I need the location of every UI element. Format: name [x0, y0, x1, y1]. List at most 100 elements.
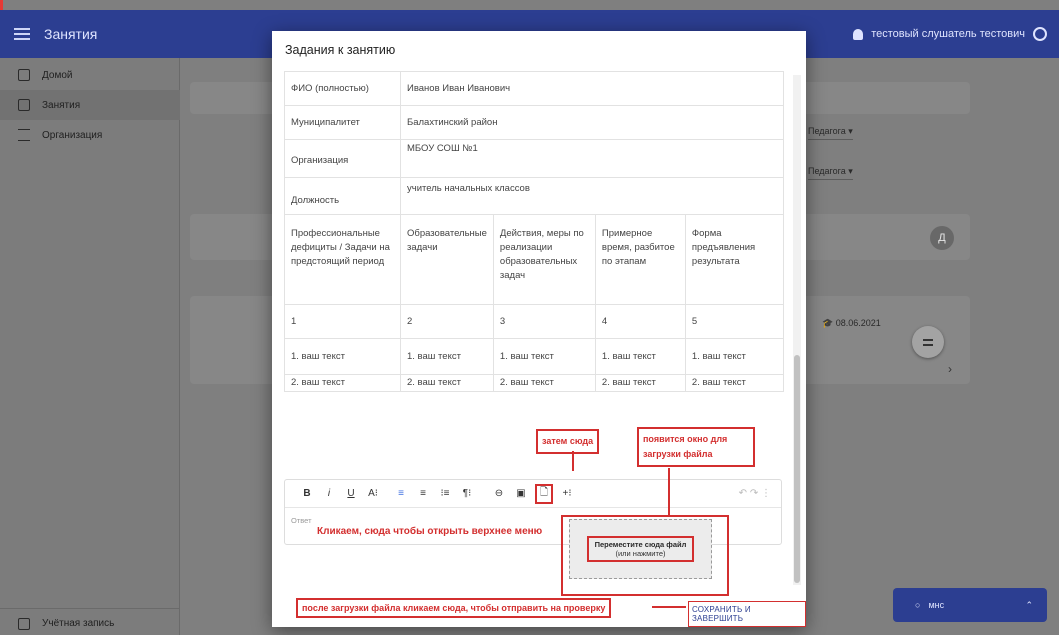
image-icon[interactable]: ▣	[513, 486, 529, 502]
menu-icon[interactable]	[14, 28, 30, 40]
chat-label: мнс	[928, 600, 945, 610]
table-cell: 4	[594, 304, 686, 339]
sidebar-item-label: Организация	[42, 129, 103, 141]
paragraph-button[interactable]: ¶⁝	[459, 486, 475, 502]
sidebar: Домой Занятия Организация Учётная запись	[0, 58, 180, 635]
table-cell[interactable]: 1. ваш текст	[284, 338, 401, 375]
table-cell[interactable]: 2. ваш текст	[284, 374, 401, 392]
insert-more-button[interactable]: +⁝	[559, 486, 575, 502]
file-dropzone[interactable]: Переместите сюда файл (или нажмите)	[569, 519, 712, 579]
graduation-cap-icon: 🎓	[822, 318, 834, 328]
task-form-table: ФИО (полностью) Иванов Иван Иванович Мун…	[284, 71, 785, 392]
user-name[interactable]: тестовый слушатель тестович	[871, 28, 1025, 40]
dropzone-label: Переместите сюда файл (или нажмите)	[586, 536, 695, 562]
table-row: 1 2 3 4 5	[284, 304, 785, 339]
table-row: 2. ваш текст 2. ваш текст 2. ваш текст 2…	[284, 374, 785, 392]
undo-redo-more-icons[interactable]: ↶ ↷ ⋮	[739, 488, 771, 499]
sidebar-item-home[interactable]: Домой	[0, 60, 180, 90]
bg-select-1[interactable]: Педагога ▾	[808, 126, 853, 140]
dropzone-subtitle: (или нажмите)	[615, 549, 666, 558]
cell-label: Должность	[284, 177, 401, 215]
table-cell[interactable]: 1. ваш текст	[594, 338, 686, 375]
column-header: Профессиональные дефициты / Задачи на пр…	[284, 214, 401, 305]
chat-widget[interactable]: ○ мнс ⌃	[893, 588, 1047, 622]
font-size-button[interactable]: A⁝	[365, 486, 381, 502]
align-center-button[interactable]: ≡	[415, 486, 431, 502]
dialog-scrollbar-thumb[interactable]	[794, 355, 800, 583]
dropzone-title: Переместите сюда файл	[594, 540, 687, 549]
cell-label: Организация	[284, 139, 401, 178]
table-cell[interactable]: 2. ваш текст	[492, 374, 596, 392]
annotation-connector	[572, 451, 574, 471]
bg-select-2[interactable]: Педагога ▾	[808, 166, 853, 180]
table-cell: 2	[400, 304, 494, 339]
table-cell[interactable]: 2. ваш текст	[684, 374, 785, 392]
account-icon	[18, 617, 30, 630]
dialog-title: Задания к занятию	[285, 43, 396, 57]
column-header: Образовательные задачи	[400, 214, 494, 305]
align-left-button[interactable]: ≡	[393, 486, 409, 502]
underline-button[interactable]: U	[343, 486, 359, 502]
bell-icon[interactable]	[853, 28, 864, 40]
table-cell: 5	[684, 304, 785, 339]
sidebar-item-label: Домой	[42, 69, 73, 81]
cell-label: ФИО (полностью)	[284, 71, 401, 106]
chat-icon: ○	[915, 600, 921, 610]
menu-icon	[923, 338, 933, 346]
book-icon	[18, 99, 30, 111]
chevron-right-icon[interactable]: ›	[948, 362, 952, 376]
cell-value[interactable]: МБОУ СОШ №1	[400, 139, 784, 178]
sidebar-item-lessons[interactable]: Занятия	[0, 90, 180, 120]
dialog-body: ФИО (полностью) Иванов Иван Иванович Мун…	[272, 71, 806, 591]
column-header: Примерное время, разбитое по этапам	[594, 214, 686, 305]
annotation-after-upload: после загрузки файла кликаем сюда, чтобы…	[296, 598, 612, 618]
cell-label: Муниципалитет	[284, 105, 401, 140]
table-cell: 1	[284, 304, 401, 339]
table-row: ФИО (полностью) Иванов Иван Иванович	[284, 71, 784, 106]
save-and-finish-button[interactable]: СОХРАНИТЬ И ЗАВЕРШИТЬ	[688, 601, 806, 627]
annotation-window-appears: появится окно для загрузки файла	[637, 427, 755, 467]
italic-button[interactable]: i	[321, 486, 337, 502]
table-cell[interactable]: 2. ваш текст	[400, 374, 494, 392]
table-cell[interactable]: 1. ваш текст	[684, 338, 785, 375]
bold-button[interactable]: B	[299, 486, 315, 502]
user-area[interactable]: тестовый слушатель тестович	[853, 27, 1047, 41]
lesson-date-text: 08.06.2021	[835, 318, 881, 328]
chevron-up-icon[interactable]: ⌃	[1025, 600, 1033, 611]
app-title: Занятия	[44, 26, 98, 42]
annotation-connector	[668, 468, 670, 516]
file-upload-icon[interactable]: 🗋	[535, 483, 553, 504]
top-red-line	[0, 0, 3, 10]
table-cell[interactable]: 1. ваш текст	[492, 338, 596, 375]
lesson-date: 🎓 08.06.2021	[822, 318, 881, 329]
list-button[interactable]: ⁝≡	[437, 486, 453, 502]
table-row: Организация МБОУ СОШ №1	[284, 139, 784, 178]
annotation-then-here: затем сюда	[536, 429, 600, 454]
answer-placeholder: Ответ	[291, 516, 312, 525]
table-row: 1. ваш текст 1. ваш текст 1. ваш текст 1…	[284, 338, 785, 375]
table-row: Муниципалитет Балахтинский район	[284, 105, 784, 140]
list-icon	[18, 129, 30, 141]
cell-value[interactable]: Иванов Иван Иванович	[400, 71, 784, 106]
account-icon[interactable]	[1033, 27, 1047, 41]
editor-toolbar: B i U A⁝ ≡ ≡ ⁝≡ ¶⁝ ⊖ ▣ 🗋 +⁝ ↶ ↷ ⋮	[285, 480, 781, 508]
sidebar-item-organization[interactable]: Организация	[0, 120, 180, 150]
table-row: Должность учитель начальных классов	[284, 177, 784, 215]
cell-value[interactable]: Балахтинский район	[400, 105, 784, 140]
sidebar-item-label: Учётная запись	[42, 618, 115, 629]
annotation-connector	[652, 606, 686, 608]
annotation-click-here: Кликаем, сюда чтобы открыть верхнее меню	[317, 526, 543, 537]
menu-fab-button[interactable]	[912, 326, 944, 358]
sidebar-item-label: Занятия	[42, 99, 81, 111]
sidebar-item-account[interactable]: Учётная запись	[0, 608, 180, 635]
home-icon	[18, 69, 30, 81]
link-icon[interactable]: ⊖	[491, 486, 507, 502]
table-cell: 3	[492, 304, 596, 339]
column-header: Форма предъявления результата	[684, 214, 785, 305]
table-cell[interactable]: 2. ваш текст	[594, 374, 686, 392]
cell-value[interactable]: учитель начальных классов	[400, 177, 784, 215]
avatar: Д	[930, 226, 954, 250]
column-header: Действия, меры по реализации образовател…	[492, 214, 596, 305]
table-cell[interactable]: 1. ваш текст	[400, 338, 494, 375]
table-header-row: Профессиональные дефициты / Задачи на пр…	[284, 214, 785, 305]
